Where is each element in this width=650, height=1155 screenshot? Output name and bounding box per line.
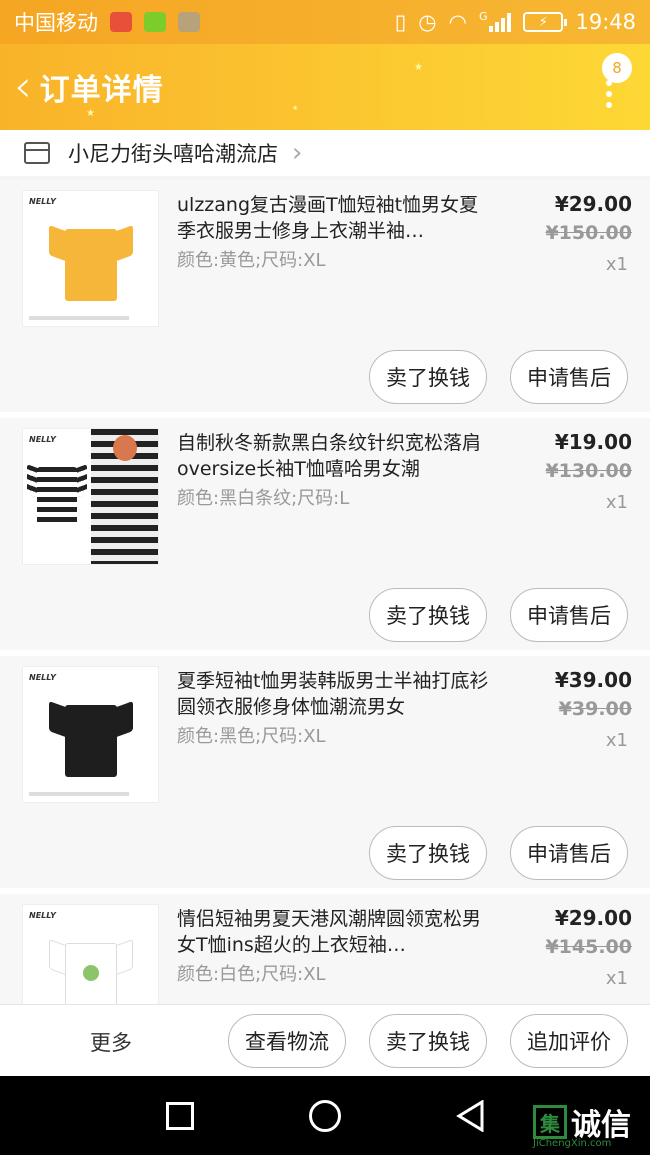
after-sale-button[interactable]: 申请售后: [510, 588, 628, 642]
tshirt-image: [49, 221, 133, 301]
product-item[interactable]: NELLY 夏季短袖t恤男装韩版男士半袖打底衫圆领衣服修身体恤潮流男女 颜色:黑…: [0, 656, 650, 894]
product-quantity: x1: [605, 730, 628, 751]
product-price: ¥29.00: [554, 192, 632, 216]
sparkle-icon: ★: [292, 104, 299, 112]
original-price: ¥150.00: [545, 222, 632, 244]
battery-icon: ⚡: [523, 12, 568, 32]
app-header: ‹ 订单详情 ★ ★ ★ 8: [0, 44, 650, 130]
original-price: ¥130.00: [545, 460, 632, 482]
message-count-badge[interactable]: 8: [602, 53, 632, 83]
sell-button[interactable]: 卖了换钱: [369, 588, 487, 642]
product-title[interactable]: 情侣短袖男夏天港风潮牌圆领宽松男女T恤ins超火的上衣短袖…: [177, 906, 497, 958]
product-spec: 颜色:白色;尺码:XL: [177, 964, 326, 985]
sell-button[interactable]: 卖了换钱: [369, 826, 487, 880]
watermark-logo: 集 诚信 JiChengXin.com: [533, 1100, 631, 1149]
tshirt-image: [49, 697, 133, 777]
product-title[interactable]: ulzzang复古漫画T恤短袖t恤男女夏季衣服男士修身上衣潮半袖…: [177, 192, 497, 244]
alarm-icon: ◷: [418, 10, 437, 34]
product-item[interactable]: NELLY ulzzang复古漫画T恤短袖t恤男女夏季衣服男士修身上衣潮半袖… …: [0, 180, 650, 418]
more-button[interactable]: 更多: [90, 1027, 132, 1057]
shop-icon: [24, 142, 50, 164]
product-spec: 颜色:黄色;尺码:XL: [177, 250, 326, 271]
product-title[interactable]: 自制秋冬新款黑白条纹针织宽松落肩oversize长袖T恤嘻哈男女潮: [177, 430, 497, 482]
carrier-name: 中国移动: [14, 11, 98, 35]
tshirt-image: [49, 935, 133, 1015]
back-arrow-icon[interactable]: ‹: [14, 65, 32, 109]
gallery-app-icon: [178, 12, 200, 32]
product-list: NELLY ulzzang复古漫画T恤短袖t恤男女夏季衣服男士修身上衣潮半袖… …: [0, 180, 650, 1034]
product-price: ¥29.00: [554, 906, 632, 930]
chevron-right-icon: ›: [292, 138, 303, 168]
product-item[interactable]: NELLY 自制秋冬新款黑白条纹针织宽松落肩oversize长袖T恤嘻哈男女潮 …: [0, 418, 650, 656]
more-menu-icon[interactable]: [606, 80, 612, 108]
product-spec: 颜色:黑色;尺码:XL: [177, 726, 326, 747]
iqiyi-app-icon: [144, 12, 166, 32]
after-sale-button[interactable]: 申请售后: [510, 826, 628, 880]
sell-button[interactable]: 卖了换钱: [369, 350, 487, 404]
view-logistics-button[interactable]: 查看物流: [228, 1014, 346, 1068]
product-image[interactable]: NELLY: [22, 666, 159, 803]
sell-button[interactable]: 卖了换钱: [369, 1014, 487, 1068]
product-price: ¥19.00: [554, 430, 632, 454]
original-price: ¥145.00: [545, 936, 632, 958]
sparkle-icon: ★: [86, 108, 95, 119]
sparkle-icon: ★: [414, 62, 423, 73]
mail-app-icon: [110, 12, 132, 32]
signal-icon: [489, 12, 512, 32]
add-review-button[interactable]: 追加评价: [510, 1014, 628, 1068]
product-price: ¥39.00: [554, 668, 632, 692]
recent-apps-icon[interactable]: [166, 1102, 194, 1130]
home-icon[interactable]: [309, 1100, 341, 1132]
original-price: ¥39.00: [558, 698, 632, 720]
product-spec: 颜色:黑白条纹;尺码:L: [177, 488, 350, 509]
brand-logo: NELLY: [29, 673, 56, 682]
clock-time: 19:48: [575, 10, 636, 34]
product-image[interactable]: NELLY: [22, 428, 159, 565]
watermark-mark: 集: [533, 1105, 567, 1139]
after-sale-button[interactable]: 申请售后: [510, 350, 628, 404]
status-bar: 中国移动 ▯ ◷ ◠ G ⚡ 19:48: [0, 0, 650, 44]
product-image[interactable]: NELLY: [22, 190, 159, 327]
brand-logo: NELLY: [29, 911, 56, 920]
shop-name: 小尼力街头嘻哈潮流店: [68, 142, 278, 166]
vibrate-icon: ▯: [394, 10, 407, 34]
bottom-action-bar: 更多 查看物流 卖了换钱 追加评价: [0, 1004, 650, 1076]
product-quantity: x1: [605, 492, 628, 513]
product-quantity: x1: [605, 968, 628, 989]
product-title[interactable]: 夏季短袖t恤男装韩版男士半袖打底衫圆领衣服修身体恤潮流男女: [177, 668, 497, 720]
page-title: 订单详情: [39, 73, 164, 108]
brand-logo: NELLY: [29, 197, 56, 206]
shop-row[interactable]: 小尼力街头嘻哈潮流店 ›: [0, 130, 650, 176]
brand-logo: NELLY: [29, 435, 56, 444]
model-photo: [91, 429, 158, 564]
watermark-url: JiChengXin.com: [533, 1138, 612, 1149]
tshirt-image: [27, 459, 87, 539]
network-type: G: [478, 10, 488, 23]
wifi-icon: ◠: [448, 10, 467, 34]
product-quantity: x1: [605, 254, 628, 275]
back-icon[interactable]: [456, 1100, 486, 1132]
